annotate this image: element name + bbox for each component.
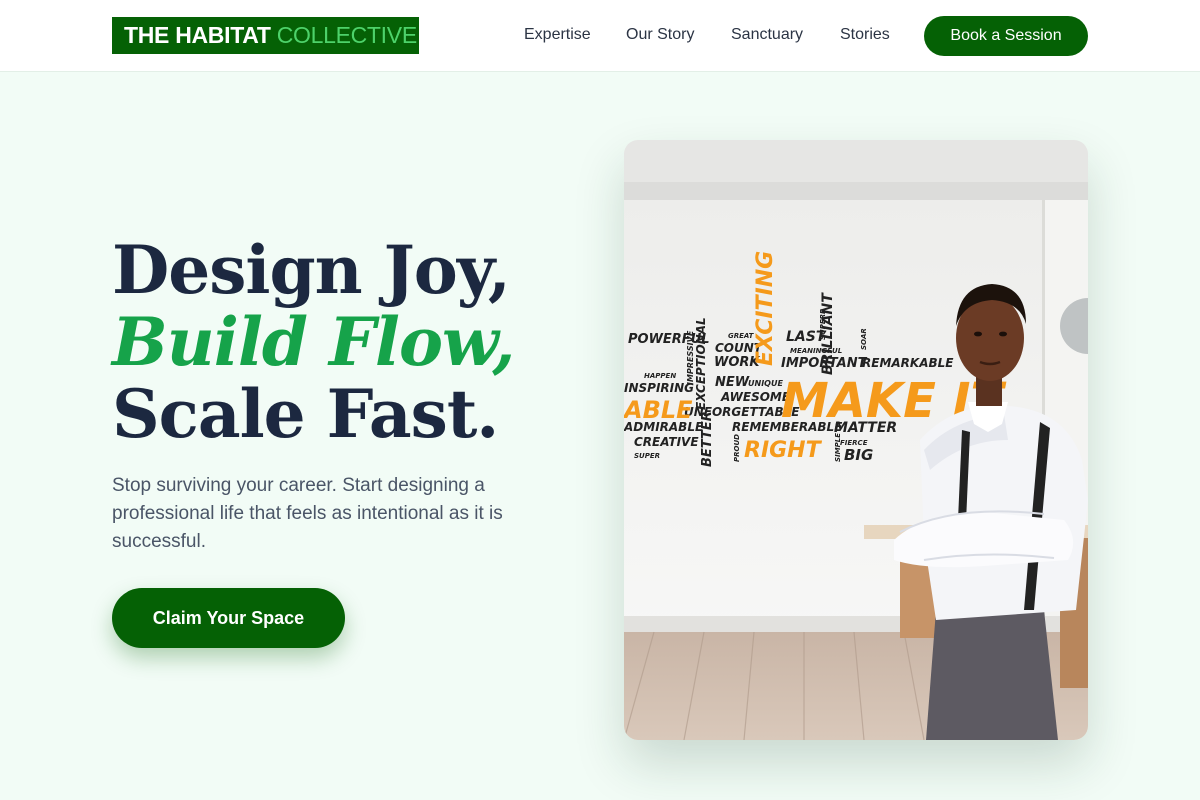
svg-text:ABLE: ABLE — [624, 396, 693, 424]
nav-link-expertise[interactable]: Expertise — [524, 26, 591, 44]
site-header: THE HABITAT COLLECTIVE Expertise Our Sto… — [0, 0, 1200, 72]
hero-image: POWERFUL GREAT COUNT WORK LAST MEANINGFU… — [624, 140, 1088, 740]
hero-subtext: Stop surviving your career. Start design… — [112, 475, 503, 552]
svg-text:SIMPLE: SIMPLE — [834, 433, 842, 462]
nav-link-sanctuary[interactable]: Sanctuary — [731, 26, 803, 44]
book-session-button[interactable]: Book a Session — [924, 16, 1088, 56]
svg-text:SOAR: SOAR — [860, 328, 868, 350]
svg-text:EXCITING: EXCITING — [753, 251, 778, 366]
svg-text:INSPIRING: INSPIRING — [624, 381, 694, 395]
headline-line-3: Scale Fast. — [112, 375, 499, 453]
office-photo: POWERFUL GREAT COUNT WORK LAST MEANINGFU… — [624, 140, 1088, 740]
main-nav: Expertise Our Story Sanctuary Stories Bo… — [0, 0, 1200, 72]
headline-line-2: Build Flow, — [112, 303, 515, 381]
svg-text:EXCEPTIONAL: EXCEPTIONAL — [694, 317, 708, 410]
svg-text:HAPPEN: HAPPEN — [644, 372, 676, 380]
svg-text:UNIQUE: UNIQUE — [748, 379, 783, 388]
svg-text:BIG: BIG — [844, 446, 873, 464]
svg-text:BETTER: BETTER — [700, 411, 715, 467]
svg-text:NEW: NEW — [715, 375, 750, 390]
nav-link-stories[interactable]: Stories — [840, 26, 890, 44]
svg-text:SUPERB: SUPERB — [819, 309, 827, 340]
svg-text:CREATIVE: CREATIVE — [634, 435, 699, 449]
nav-link-our-story[interactable]: Our Story — [626, 26, 694, 44]
claim-space-button[interactable]: Claim Your Space — [112, 588, 345, 648]
svg-text:PROUD: PROUD — [733, 434, 741, 462]
svg-text:REMARKABLE: REMARKABLE — [862, 356, 954, 370]
headline-line-1: Design Joy, — [112, 231, 511, 309]
hero-headline: Design Joy, Build Flow, Scale Fast. — [112, 231, 515, 453]
svg-text:SUPER: SUPER — [634, 452, 660, 460]
svg-text:RIGHT: RIGHT — [744, 438, 823, 463]
svg-text:FIERCE: FIERCE — [840, 439, 868, 447]
svg-text:GREAT: GREAT — [728, 332, 755, 340]
